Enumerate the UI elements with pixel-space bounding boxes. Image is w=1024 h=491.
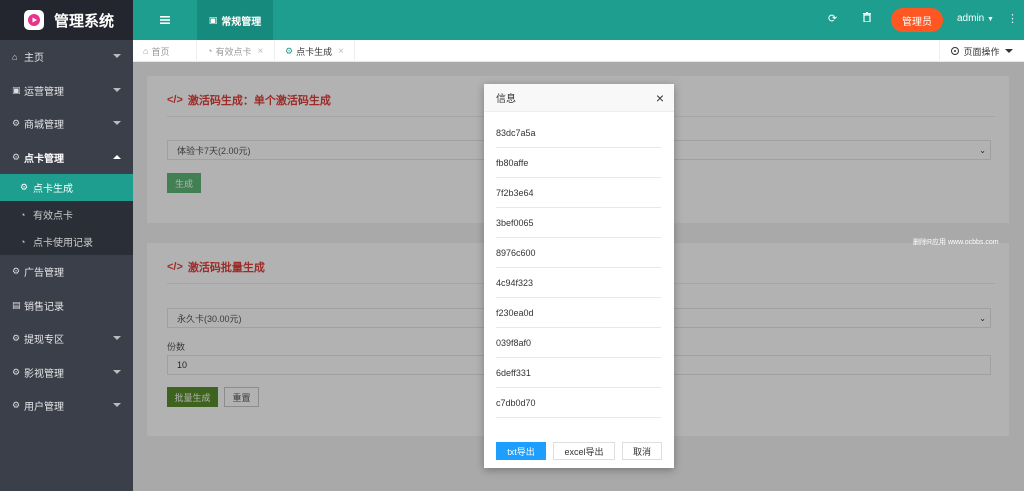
sidebar-item-label: 用户管理 (24, 402, 64, 414)
cancel-button[interactable]: 取消 (622, 442, 662, 460)
sidebar-item-label: 广告管理 (24, 268, 64, 280)
sidebar-item-ads[interactable]: ⚙ 广告管理 (0, 255, 133, 289)
username: admin (957, 13, 985, 24)
list-item: 7f2b3e64 (496, 178, 661, 208)
app-logo-icon (24, 10, 44, 30)
sidebar-item-operations[interactable]: ▣ 运营管理 (0, 74, 133, 108)
close-icon[interactable]: × (656, 90, 664, 106)
sidebar-item-users[interactable]: ⚙ 用户管理 (0, 389, 133, 423)
home-icon: ⌂ (143, 46, 149, 56)
menu-icon (160, 16, 170, 24)
dashboard-icon: ◔ (207, 46, 213, 56)
sidebar-item-label: 商城管理 (24, 120, 64, 132)
watermark: 删除R应用 www.ocbbs.com (913, 239, 999, 246)
close-icon[interactable]: × (257, 46, 263, 57)
gears-icon: ⚙ (12, 400, 21, 411)
home-icon: ⌂ (12, 51, 18, 62)
caret-up-icon (113, 154, 121, 159)
user-square-icon: ▣ (208, 14, 218, 25)
user-menu[interactable]: admin ▼ (957, 13, 994, 24)
list-item: 8976c600 (496, 238, 661, 268)
menu-toggle-button[interactable] (133, 0, 197, 40)
gears-icon: ⚙ (12, 333, 21, 344)
more-vertical-icon[interactable]: ⋮ (1007, 12, 1018, 25)
top-tab-general[interactable]: ▣ 常规管理 (197, 0, 273, 40)
sidebar-subitem-card-usage[interactable]: ◔ 点卡使用记录 (0, 228, 133, 255)
caret-down-icon (113, 121, 121, 125)
caret-down-icon (113, 87, 121, 92)
caret-down-icon (113, 369, 121, 374)
sidebar-subitem-label: 点卡生成 (33, 184, 73, 195)
caret-down-icon (1004, 49, 1013, 53)
target-icon (951, 47, 960, 55)
sidebar-subitem-card-generate[interactable]: ⚙ 点卡生成 (0, 174, 133, 201)
sidebar-item-label: 影视管理 (24, 368, 64, 380)
list-item: f230ea0d (496, 298, 661, 328)
dialog-buttons: txt导出 excel导出 取消 (496, 442, 669, 460)
sidebar-item-label: 点卡管理 (24, 153, 64, 165)
sidebar-item-label: 主页 (24, 53, 44, 65)
gears-icon: ⚙ (12, 151, 21, 162)
refresh-icon[interactable]: ⟳ (828, 12, 837, 25)
caret-down-icon (113, 54, 121, 58)
sidebar-item-label: 销售记录 (24, 301, 64, 313)
dashboard-icon: ◔ (20, 236, 26, 247)
page-operations-label: 页面操作 (963, 46, 1000, 57)
brand-title: 管理系统 (54, 12, 115, 30)
gears-icon: ⚙ (12, 366, 21, 377)
brand[interactable]: 管理系统 (0, 0, 133, 40)
caret-down-icon (113, 336, 121, 340)
txt-export-button[interactable]: txt导出 (496, 442, 546, 460)
dialog-header: 信息 × (484, 84, 674, 112)
sidebar: ⌂ 主页 ▣ 运营管理 ⚙ 商城管理 ⚙ 点卡管理 ⚙ 点卡生成 ◔ 有效点卡 ◔ 点卡使用记… (0, 40, 133, 491)
sidebar-item-sales[interactable]: ▤ 销售记录 (0, 289, 133, 323)
sidebar-item-label: 提现专区 (24, 335, 64, 347)
list-item: 039f8af0 (496, 328, 661, 358)
dashboard-icon: ◔ (20, 209, 26, 220)
gears-icon: ⚙ (285, 45, 294, 56)
sidebar-subitem-valid-cards[interactable]: ◔ 有效点卡 (0, 201, 133, 228)
gears-icon: ⚙ (12, 266, 21, 277)
caret-down-icon (113, 403, 121, 407)
tab-valid-cards[interactable]: ◔ 有效点卡 × (197, 40, 275, 62)
sidebar-item-label: 运营管理 (24, 86, 64, 98)
trash-icon[interactable] (863, 12, 871, 25)
sidebar-item-card-management[interactable]: ⚙ 点卡管理 (0, 141, 133, 175)
sidebar-subitem-label: 有效点卡 (33, 211, 73, 222)
submenu-card-management: ⚙ 点卡生成 ◔ 有效点卡 ◔ 点卡使用记录 (0, 174, 133, 255)
dialog-title: 信息 (496, 94, 516, 105)
sidebar-item-shop[interactable]: ⚙ 商城管理 (0, 107, 133, 141)
tab-label: 有效点卡 (215, 46, 252, 57)
top-header: 管理系统 ▣ 常规管理 ⟳ 管理员 admin ▼ ⋮ (0, 0, 1024, 40)
top-tab-label: 常规管理 (221, 16, 262, 28)
tab-label: 点卡生成 (296, 46, 333, 57)
code-list: 83dc7a5a fb80affe 7f2b3e64 3bef0065 8976… (496, 118, 661, 418)
role-badge[interactable]: 管理员 (891, 8, 943, 32)
list-item: 3bef0065 (496, 208, 661, 238)
window-icon: ▣ (12, 84, 21, 95)
tab-bar: ⌂ 首页 ◔ 有效点卡 × ⚙ 点卡生成 × 页面操作 (133, 40, 1024, 62)
tab-home[interactable]: ⌂ 首页 (133, 40, 197, 62)
sidebar-item-withdraw[interactable]: ⚙ 提现专区 (0, 322, 133, 356)
list-item: 83dc7a5a (496, 118, 661, 148)
gears-icon: ⚙ (12, 118, 21, 129)
caret-down-icon: ▼ (987, 16, 994, 23)
excel-export-button[interactable]: excel导出 (553, 442, 615, 460)
sidebar-item-video[interactable]: ⚙ 影视管理 (0, 356, 133, 390)
gears-icon: ⚙ (20, 182, 29, 192)
sidebar-subitem-label: 点卡使用记录 (33, 238, 93, 249)
close-icon[interactable]: × (338, 46, 344, 57)
list-item: 6deff331 (496, 358, 661, 388)
list-item: 4c94f323 (496, 268, 661, 298)
sidebar-item-home[interactable]: ⌂ 主页 (0, 40, 133, 74)
file-icon: ▤ (12, 299, 21, 310)
tab-label: 首页 (151, 46, 170, 57)
list-item: fb80affe (496, 148, 661, 178)
list-item: c7db0d70 (496, 388, 661, 418)
info-dialog: 信息 × 83dc7a5a fb80affe 7f2b3e64 3bef0065… (484, 84, 674, 468)
tab-card-generate[interactable]: ⚙ 点卡生成 × (275, 40, 355, 62)
page-operations-button[interactable]: 页面操作 (939, 40, 1024, 62)
